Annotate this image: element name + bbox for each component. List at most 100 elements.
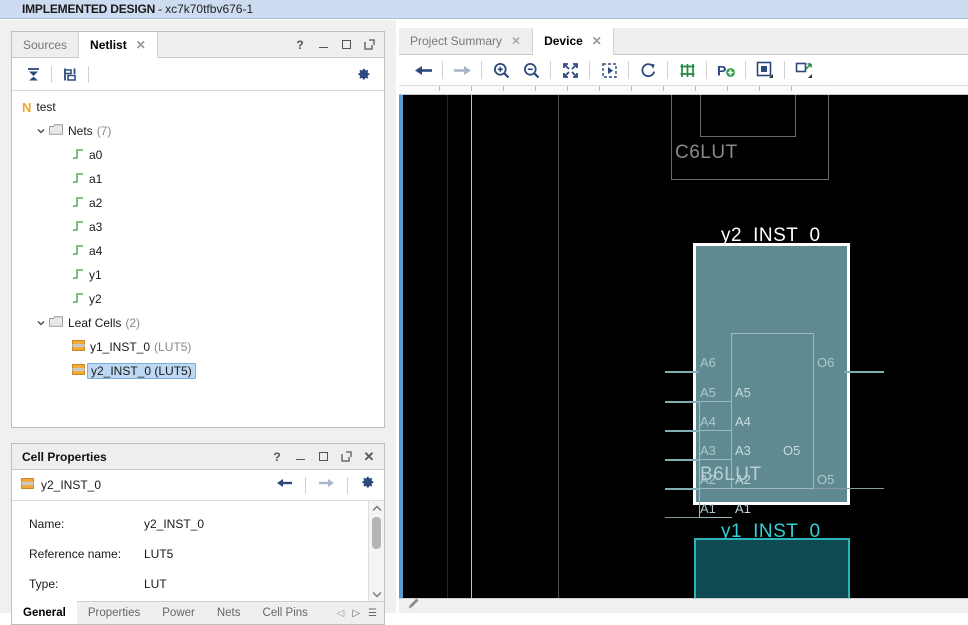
y2-inner-stub-a1 (699, 517, 732, 518)
minimize-icon[interactable] (317, 39, 329, 51)
cp-tab-power[interactable]: Power (151, 602, 206, 624)
tree-group-nets-label: Nets (68, 124, 93, 138)
netlist-N-icon: N (22, 99, 32, 115)
maximize-icon[interactable] (317, 451, 329, 463)
maximize-icon[interactable] (340, 39, 352, 51)
close-icon[interactable]: ✕ (592, 34, 602, 48)
settings-gear-icon[interactable] (350, 62, 376, 86)
y2-input-wire-a5 (665, 401, 699, 403)
toolbar-divider (481, 61, 482, 79)
scroll-down-arrow-icon[interactable] (371, 587, 382, 601)
toolbar-divider (667, 61, 668, 79)
c6lut-inner-box (700, 95, 796, 137)
c6lut-site-label: C6LUT (675, 142, 738, 163)
y2-input-pin-a6: A6 (700, 355, 716, 370)
tree-item-net[interactable]: a1 (12, 167, 384, 191)
nav-divider (305, 476, 306, 494)
tree-item-net-label: a2 (89, 196, 103, 210)
prev-tab-arrow-icon[interactable]: ◁ (337, 608, 345, 619)
device-ruler (399, 86, 968, 95)
cp-tab-cell-pins-label: Cell Pins (262, 607, 308, 619)
tree-item-net[interactable]: a4 (12, 239, 384, 263)
scroll-up-arrow-icon[interactable] (371, 501, 382, 515)
tree-item-net[interactable]: a2 (12, 191, 384, 215)
help-icon[interactable]: ? (294, 38, 306, 52)
chevron-down-icon[interactable] (34, 125, 47, 138)
close-icon[interactable]: ✕ (511, 34, 521, 48)
device-canvas-container[interactable]: A1 A1 C6LUT y2_INST_0 A6 A5 A4 A3 A2 (399, 95, 968, 613)
cell-property-value: LUT (144, 577, 167, 591)
cell-properties-header-buttons: ? ✕ (271, 450, 384, 464)
close-icon[interactable]: ✕ (136, 38, 146, 52)
forward-arrow-icon[interactable] (318, 476, 335, 494)
zoom-out-icon[interactable] (516, 57, 546, 83)
float-icon[interactable] (340, 451, 352, 463)
float-icon[interactable] (363, 39, 375, 51)
tree-root-test[interactable]: N test (12, 95, 384, 119)
back-arrow-icon[interactable] (408, 57, 438, 83)
scrollbar-thumb[interactable] (372, 517, 381, 549)
tree-item-leaf-cell[interactable]: y1_INST_0 (LUT5) (12, 335, 384, 359)
draw-region-icon[interactable] (789, 57, 819, 83)
y2-inner-stub-a5 (699, 401, 732, 402)
zoom-area-icon[interactable] (594, 57, 624, 83)
toolbar-divider (628, 61, 629, 79)
cp-tab-properties[interactable]: Properties (77, 602, 151, 624)
tree-item-net[interactable]: y1 (12, 263, 384, 287)
tab-sources[interactable]: Sources (12, 32, 80, 57)
tree-item-net-label: a4 (89, 244, 103, 258)
y2-input-wire-a3 (665, 459, 699, 461)
cell-properties-body: Name: y2_INST_0 Reference name: LUT5 Typ… (12, 501, 384, 601)
device-canvas[interactable]: A1 A1 C6LUT y2_INST_0 A6 A5 A4 A3 A2 (403, 95, 968, 613)
y2-inner-stub-a2 (699, 488, 732, 489)
zoom-fit-icon[interactable] (555, 57, 585, 83)
lut-block-y2-inst-0[interactable]: A6 A5 A4 A3 A2 A1 A5 A4 A3 A2 A1 O6 O5 O… (665, 243, 884, 518)
cp-tab-nets[interactable]: Nets (206, 602, 252, 624)
expand-one-level-icon[interactable] (57, 62, 83, 86)
tree-group-nets[interactable]: Nets (7) (12, 119, 384, 143)
toolbar-divider (706, 61, 707, 79)
collapse-all-icon[interactable] (20, 62, 46, 86)
cell-property-value: LUT5 (144, 547, 174, 561)
autofit-selection-icon[interactable] (672, 57, 702, 83)
zoom-in-icon[interactable] (486, 57, 516, 83)
y2-output-pin-o6: O6 (817, 355, 835, 370)
tab-list-menu-icon[interactable]: ☰ (368, 608, 377, 619)
tab-project-summary[interactable]: Project Summary ✕ (399, 28, 534, 54)
edit-pencil-icon[interactable] (407, 597, 420, 615)
tab-device[interactable]: Device ✕ (533, 28, 614, 55)
cp-tab-cell-pins[interactable]: Cell Pins (252, 602, 319, 624)
highlight-leaf-cells-icon[interactable] (750, 57, 780, 83)
forward-arrow-icon[interactable] (447, 57, 477, 83)
minimize-icon[interactable] (294, 451, 306, 463)
tab-sources-label: Sources (23, 37, 68, 52)
tree-item-net-label: y2 (89, 292, 102, 306)
toolbar-divider-1 (51, 65, 52, 83)
chevron-down-icon[interactable] (34, 317, 47, 330)
tree-group-leaf-cells[interactable]: Leaf Cells (2) (12, 311, 384, 335)
folder-icon (49, 316, 63, 330)
tab-netlist[interactable]: Netlist ✕ (79, 32, 158, 58)
lut-block-c6lut[interactable]: A1 A1 C6LUT (671, 95, 829, 180)
y2-inner-pin-a1: A1 (735, 501, 751, 516)
tree-item-net[interactable]: a0 (12, 143, 384, 167)
tree-item-leaf-cell-selected[interactable]: y2_INST_0 (LUT5) (12, 359, 384, 383)
refresh-icon[interactable] (633, 57, 663, 83)
settings-gear-icon[interactable] (360, 475, 375, 495)
net-signal-icon (72, 172, 84, 187)
help-icon[interactable]: ? (271, 450, 283, 464)
device-view-panel: Project Summary ✕ Device ✕ P C6LUT y2_IN… (399, 28, 968, 613)
netlist-panel: Sources Netlist ✕ ? N test Nets (7) a0 a… (11, 31, 385, 428)
cell-properties-scrollbar[interactable] (368, 501, 384, 601)
tree-item-net-label: a0 (89, 148, 103, 162)
tree-item-net[interactable]: y2 (12, 287, 384, 311)
next-tab-arrow-icon[interactable]: ▷ (352, 608, 360, 619)
add-probe-icon[interactable]: P (711, 57, 741, 83)
netlist-panel-header-buttons: ? (294, 32, 384, 57)
netlist-tree[interactable]: N test Nets (7) a0 a1 a2 a3 a4 y1 y2 Lea… (12, 91, 384, 427)
tree-item-net[interactable]: a3 (12, 215, 384, 239)
toolbar-divider (442, 61, 443, 79)
close-icon[interactable]: ✕ (363, 450, 375, 463)
back-arrow-icon[interactable] (276, 476, 293, 494)
device-part-label: xc7k70tfbv676-1 (165, 2, 254, 16)
